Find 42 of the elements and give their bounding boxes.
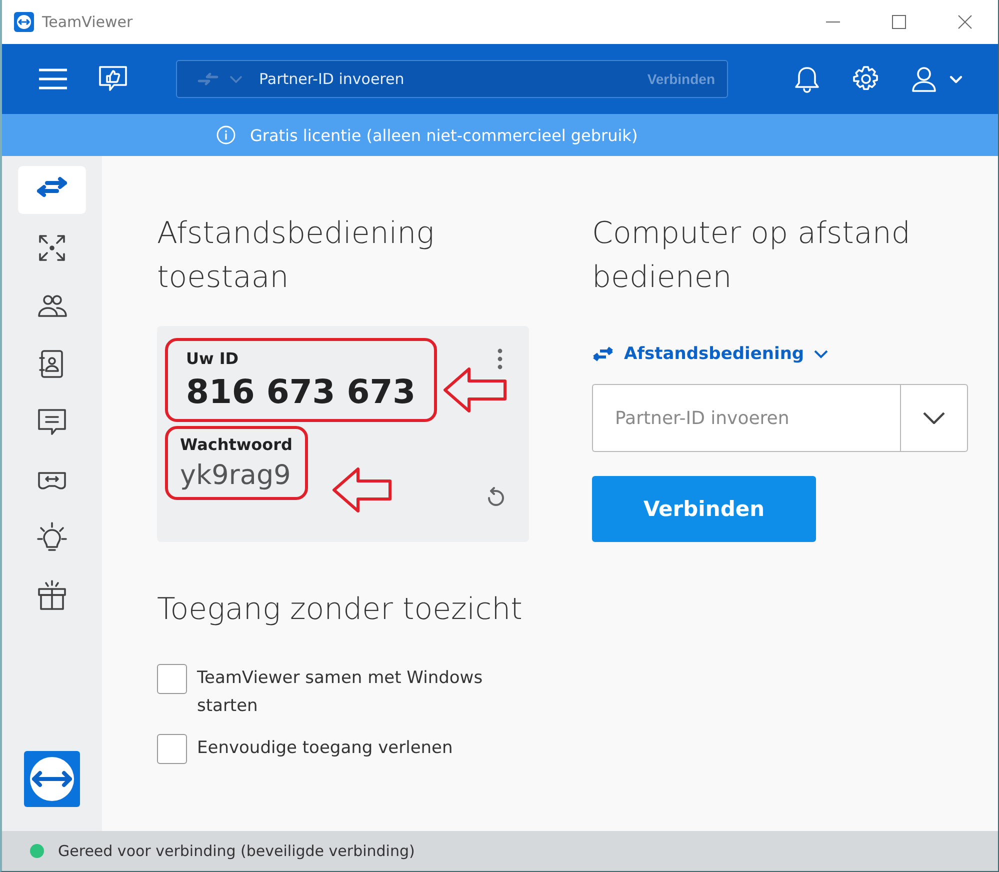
- password-value: yk9rag9: [180, 460, 292, 491]
- settings-icon[interactable]: [852, 65, 880, 93]
- mode-dropdown[interactable]: Afstandsbediening: [592, 344, 968, 364]
- feedback-button[interactable]: [98, 65, 128, 93]
- section-heading: Computer op afstand bedienen: [592, 215, 912, 297]
- annotation-arrow: [443, 366, 509, 414]
- app-logo-icon: [14, 12, 34, 32]
- menu-button[interactable]: [38, 68, 68, 90]
- checkbox-label: TeamViewer samen met Windows starten: [197, 667, 484, 718]
- expand-arrows-icon: [36, 232, 68, 264]
- teamviewer-logo-icon: [24, 751, 80, 807]
- chat-icon: [36, 406, 68, 438]
- checkbox[interactable]: [157, 734, 187, 764]
- sidebar-item[interactable]: [18, 166, 86, 214]
- chevron-down-icon: [814, 350, 828, 358]
- annotation-arrow: [332, 466, 394, 514]
- lightbulb-icon: [36, 522, 68, 554]
- account-icon[interactable]: [912, 66, 964, 92]
- id-value: 816 673 673: [186, 372, 416, 411]
- more-options-icon[interactable]: [497, 348, 503, 370]
- section-heading: Afstandsbediening toestaan: [157, 215, 436, 297]
- window-title: TeamViewer: [42, 13, 134, 31]
- chevron-down-icon: [923, 412, 945, 424]
- connect-button[interactable]: Verbinden: [592, 476, 816, 542]
- gift-icon: [36, 580, 68, 612]
- notification-icon[interactable]: [794, 65, 820, 93]
- partner-id-field[interactable]: Partner-ID invoeren: [592, 384, 900, 452]
- close-icon: [958, 15, 972, 29]
- checkbox[interactable]: [157, 664, 187, 694]
- section-heading: Toegang zonder toezicht: [157, 591, 524, 629]
- password-label: Wachtwoord: [180, 435, 293, 454]
- partner-id-search-field[interactable]: Partner-ID invoeren Verbinden: [176, 60, 728, 98]
- license-banner-text: Gratis licentie (alleen niet-commercieel gebruik): [250, 126, 638, 144]
- info-icon: [216, 125, 236, 145]
- connect-link[interactable]: Verbinden: [647, 71, 715, 87]
- swap-arrows-icon: [197, 72, 243, 86]
- status-text: Gereed voor verbinding (beveiligde verbinding): [58, 842, 415, 860]
- maximize-icon: [892, 15, 906, 29]
- minimize-icon: [826, 21, 840, 23]
- swap-arrows-icon: [592, 346, 614, 362]
- checkbox-label: Eenvoudige toegang verlenen: [197, 737, 454, 760]
- id-label: Uw ID: [186, 349, 240, 368]
